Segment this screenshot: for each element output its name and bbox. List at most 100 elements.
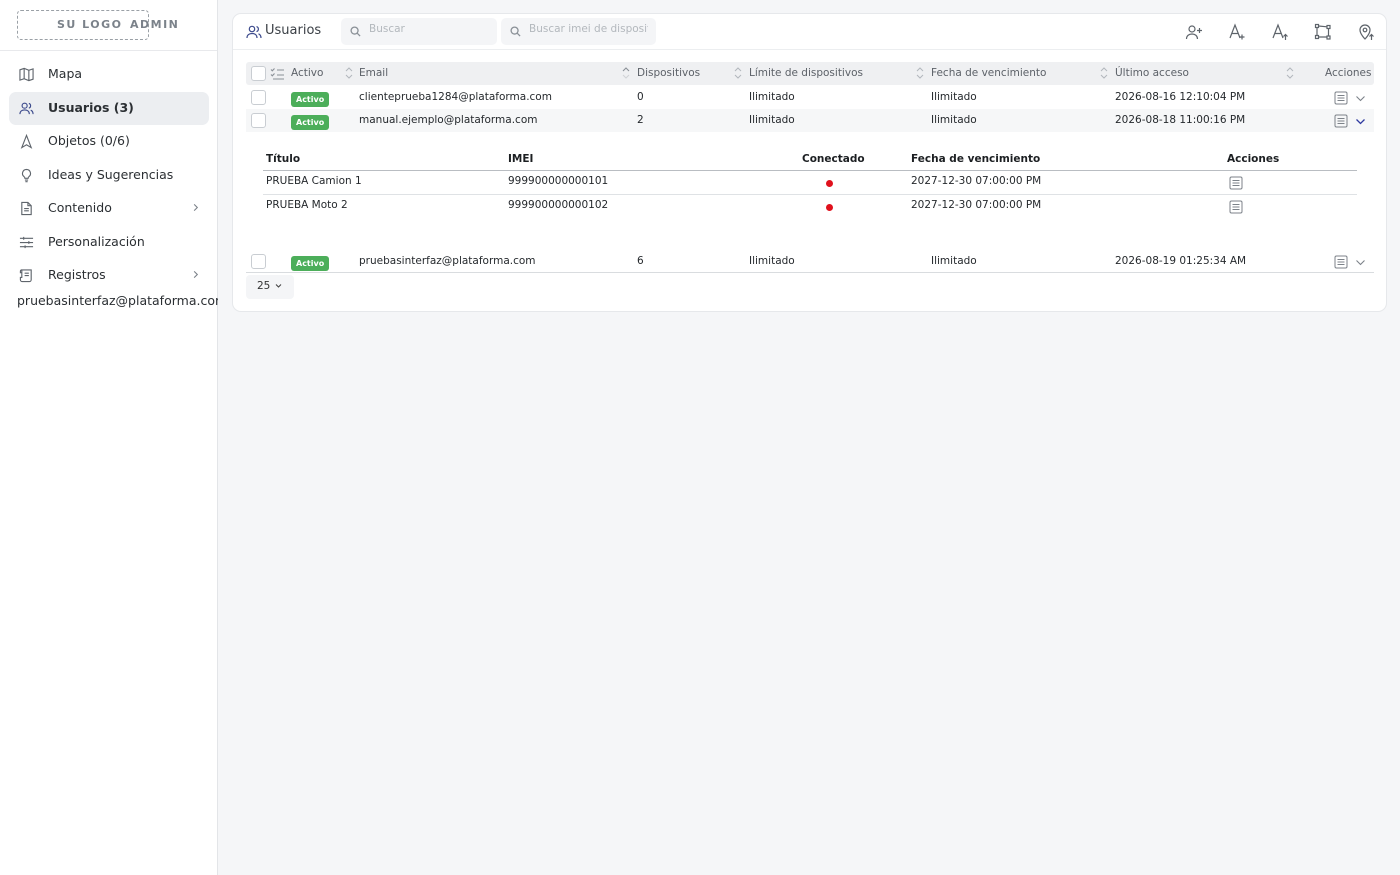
sort-icon[interactable] bbox=[916, 65, 924, 81]
sub-column-header-conectado: Conectado bbox=[802, 153, 865, 165]
sidebar-item-label: Contenido bbox=[48, 200, 112, 215]
cell-limite: Ilimitado bbox=[749, 255, 795, 267]
column-header-dispositivos[interactable]: Dispositivos bbox=[637, 67, 700, 79]
cell-ultimo-acceso: 2026-08-18 11:00:16 PM bbox=[1115, 114, 1246, 126]
scroll-icon bbox=[19, 269, 32, 283]
search-input[interactable] bbox=[369, 23, 489, 35]
column-header-acciones: Acciones bbox=[1325, 67, 1372, 79]
table-row[interactable]: Activo manual.ejemplo@plataforma.com 2 I… bbox=[246, 109, 1374, 132]
admin-label: ADMIN bbox=[130, 18, 180, 31]
sidebar: SU LOGO ADMIN Mapa Usuarios (3) Objetos … bbox=[0, 0, 218, 875]
sort-ascending-icon[interactable] bbox=[622, 65, 630, 81]
sidebar-item-label: Objetos (0/6) bbox=[48, 133, 130, 148]
cell-imei: 999900000000101 bbox=[508, 175, 609, 187]
cell-vencimiento: Ilimitado bbox=[931, 255, 977, 267]
sidebar-item-label: Registros bbox=[48, 267, 106, 282]
cell-vencimiento: Ilimitado bbox=[931, 114, 977, 126]
navigation-arrow-icon bbox=[20, 134, 33, 149]
row-checkbox[interactable] bbox=[251, 254, 266, 269]
cell-vencimiento: 2027-12-30 07:00:00 PM bbox=[911, 175, 1042, 187]
chevron-right-icon bbox=[193, 203, 199, 212]
upload-text-icon[interactable] bbox=[1271, 23, 1289, 41]
table-row[interactable]: Activo pruebasinterfaz@plataforma.com 6 … bbox=[246, 250, 1374, 273]
sidebar-item-label: Personalización bbox=[48, 233, 145, 249]
column-header-activo[interactable]: Activo bbox=[291, 67, 323, 79]
search-icon bbox=[350, 26, 361, 37]
sidebar-item-ideas[interactable]: Ideas y Sugerencias bbox=[9, 159, 209, 192]
sub-column-header-titulo: Título bbox=[266, 153, 301, 165]
map-icon bbox=[19, 67, 34, 82]
column-header-vencimiento[interactable]: Fecha de vencimiento bbox=[931, 67, 1046, 79]
add-user-icon[interactable] bbox=[1185, 23, 1203, 41]
details-list-icon[interactable] bbox=[1229, 200, 1243, 214]
cell-email: pruebasinterfaz@plataforma.com bbox=[359, 255, 536, 267]
upload-location-icon[interactable] bbox=[1357, 23, 1375, 41]
details-list-icon[interactable] bbox=[1334, 91, 1348, 105]
imei-search-box bbox=[501, 18, 656, 45]
table-row[interactable]: Activo clienteprueba1284@plataforma.com … bbox=[246, 86, 1374, 109]
cell-vencimiento: 2027-12-30 07:00:00 PM bbox=[911, 199, 1042, 211]
search-icon bbox=[510, 26, 521, 37]
row-checkbox[interactable] bbox=[251, 90, 266, 105]
sidebar-item-objetos[interactable]: Objetos (0/6) bbox=[9, 125, 209, 158]
draw-polygon-icon[interactable] bbox=[1314, 23, 1332, 41]
sidebar-item-registros[interactable]: Registros bbox=[9, 259, 209, 292]
device-row[interactable]: PRUEBA Camion 1 999900000000101 2027-12-… bbox=[263, 171, 1357, 195]
sidebar-item-usuarios[interactable]: Usuarios (3) bbox=[9, 91, 209, 125]
cell-dispositivos: 6 bbox=[637, 255, 644, 267]
sidebar-nav: Mapa Usuarios (3) Objetos (0/6) Ideas y … bbox=[9, 58, 209, 293]
status-badge: Activo bbox=[291, 256, 330, 271]
cell-dispositivos: 0 bbox=[637, 91, 644, 103]
sub-column-header-imei: IMEI bbox=[508, 153, 534, 165]
sidebar-item-mapa[interactable]: Mapa bbox=[9, 58, 209, 91]
column-header-limite[interactable]: Límite de dispositivos bbox=[749, 67, 863, 79]
sub-column-header-vencimiento: Fecha de vencimiento bbox=[911, 153, 1041, 165]
cell-email: manual.ejemplo@plataforma.com bbox=[359, 114, 538, 126]
page-size-select[interactable]: 25 bbox=[246, 275, 294, 299]
sidebar-item-label: Mapa bbox=[48, 66, 83, 81]
select-all-checkbox[interactable] bbox=[251, 66, 266, 81]
sort-icon[interactable] bbox=[345, 65, 353, 81]
users-icon bbox=[246, 25, 262, 39]
chevron-right-icon bbox=[193, 270, 199, 279]
imei-search-input[interactable] bbox=[529, 23, 648, 35]
sort-icon[interactable] bbox=[734, 65, 742, 81]
add-text-icon[interactable] bbox=[1228, 23, 1246, 41]
sub-column-header-acciones: Acciones bbox=[1227, 153, 1280, 165]
users-panel: Usuarios Activo Email Dispositivos Límit… bbox=[232, 13, 1387, 312]
lightbulb-icon bbox=[21, 168, 32, 182]
device-row[interactable]: PRUEBA Moto 2 999900000000102 2027-12-30… bbox=[263, 195, 1357, 219]
column-header-email[interactable]: Email bbox=[359, 67, 388, 79]
cell-titulo: PRUEBA Camion 1 bbox=[266, 175, 362, 187]
current-user-email[interactable]: pruebasinterfaz@plataforma.com (D bbox=[17, 293, 218, 308]
chevron-down-icon[interactable] bbox=[1355, 93, 1366, 104]
details-list-icon[interactable] bbox=[1229, 176, 1243, 190]
details-list-icon[interactable] bbox=[1334, 114, 1348, 128]
status-badge: Activo bbox=[291, 92, 330, 107]
details-list-icon[interactable] bbox=[1334, 255, 1348, 269]
users-icon bbox=[19, 102, 34, 114]
sidebar-item-personalizacion[interactable]: Personalización bbox=[9, 226, 209, 259]
cell-limite: Ilimitado bbox=[749, 114, 795, 126]
chevron-up-icon[interactable] bbox=[1355, 116, 1366, 127]
sort-icon[interactable] bbox=[1286, 65, 1294, 81]
table-header: Activo Email Dispositivos Límite de disp… bbox=[246, 62, 1374, 85]
logo-text: SU LOGO bbox=[57, 18, 123, 31]
cell-dispositivos: 2 bbox=[637, 114, 644, 126]
checklist-icon[interactable] bbox=[270, 67, 285, 80]
sidebar-item-label: Ideas y Sugerencias bbox=[48, 166, 174, 182]
page-size-value: 25 bbox=[257, 280, 271, 292]
status-badge: Activo bbox=[291, 115, 330, 130]
chevron-down-icon bbox=[275, 284, 282, 288]
column-header-ultimo-acceso[interactable]: Último acceso bbox=[1115, 67, 1189, 79]
cell-ultimo-acceso: 2026-08-19 01:25:34 AM bbox=[1115, 255, 1247, 267]
row-checkbox[interactable] bbox=[251, 113, 266, 128]
offline-status-dot bbox=[826, 180, 833, 187]
sort-icon[interactable] bbox=[1100, 65, 1108, 81]
cell-vencimiento: Ilimitado bbox=[931, 91, 977, 103]
sidebar-item-contenido[interactable]: Contenido bbox=[9, 192, 209, 225]
panel-header: Usuarios bbox=[233, 14, 1386, 50]
chevron-down-icon[interactable] bbox=[1355, 257, 1366, 268]
cell-email: clienteprueba1284@plataforma.com bbox=[359, 91, 552, 103]
cell-limite: Ilimitado bbox=[749, 91, 795, 103]
